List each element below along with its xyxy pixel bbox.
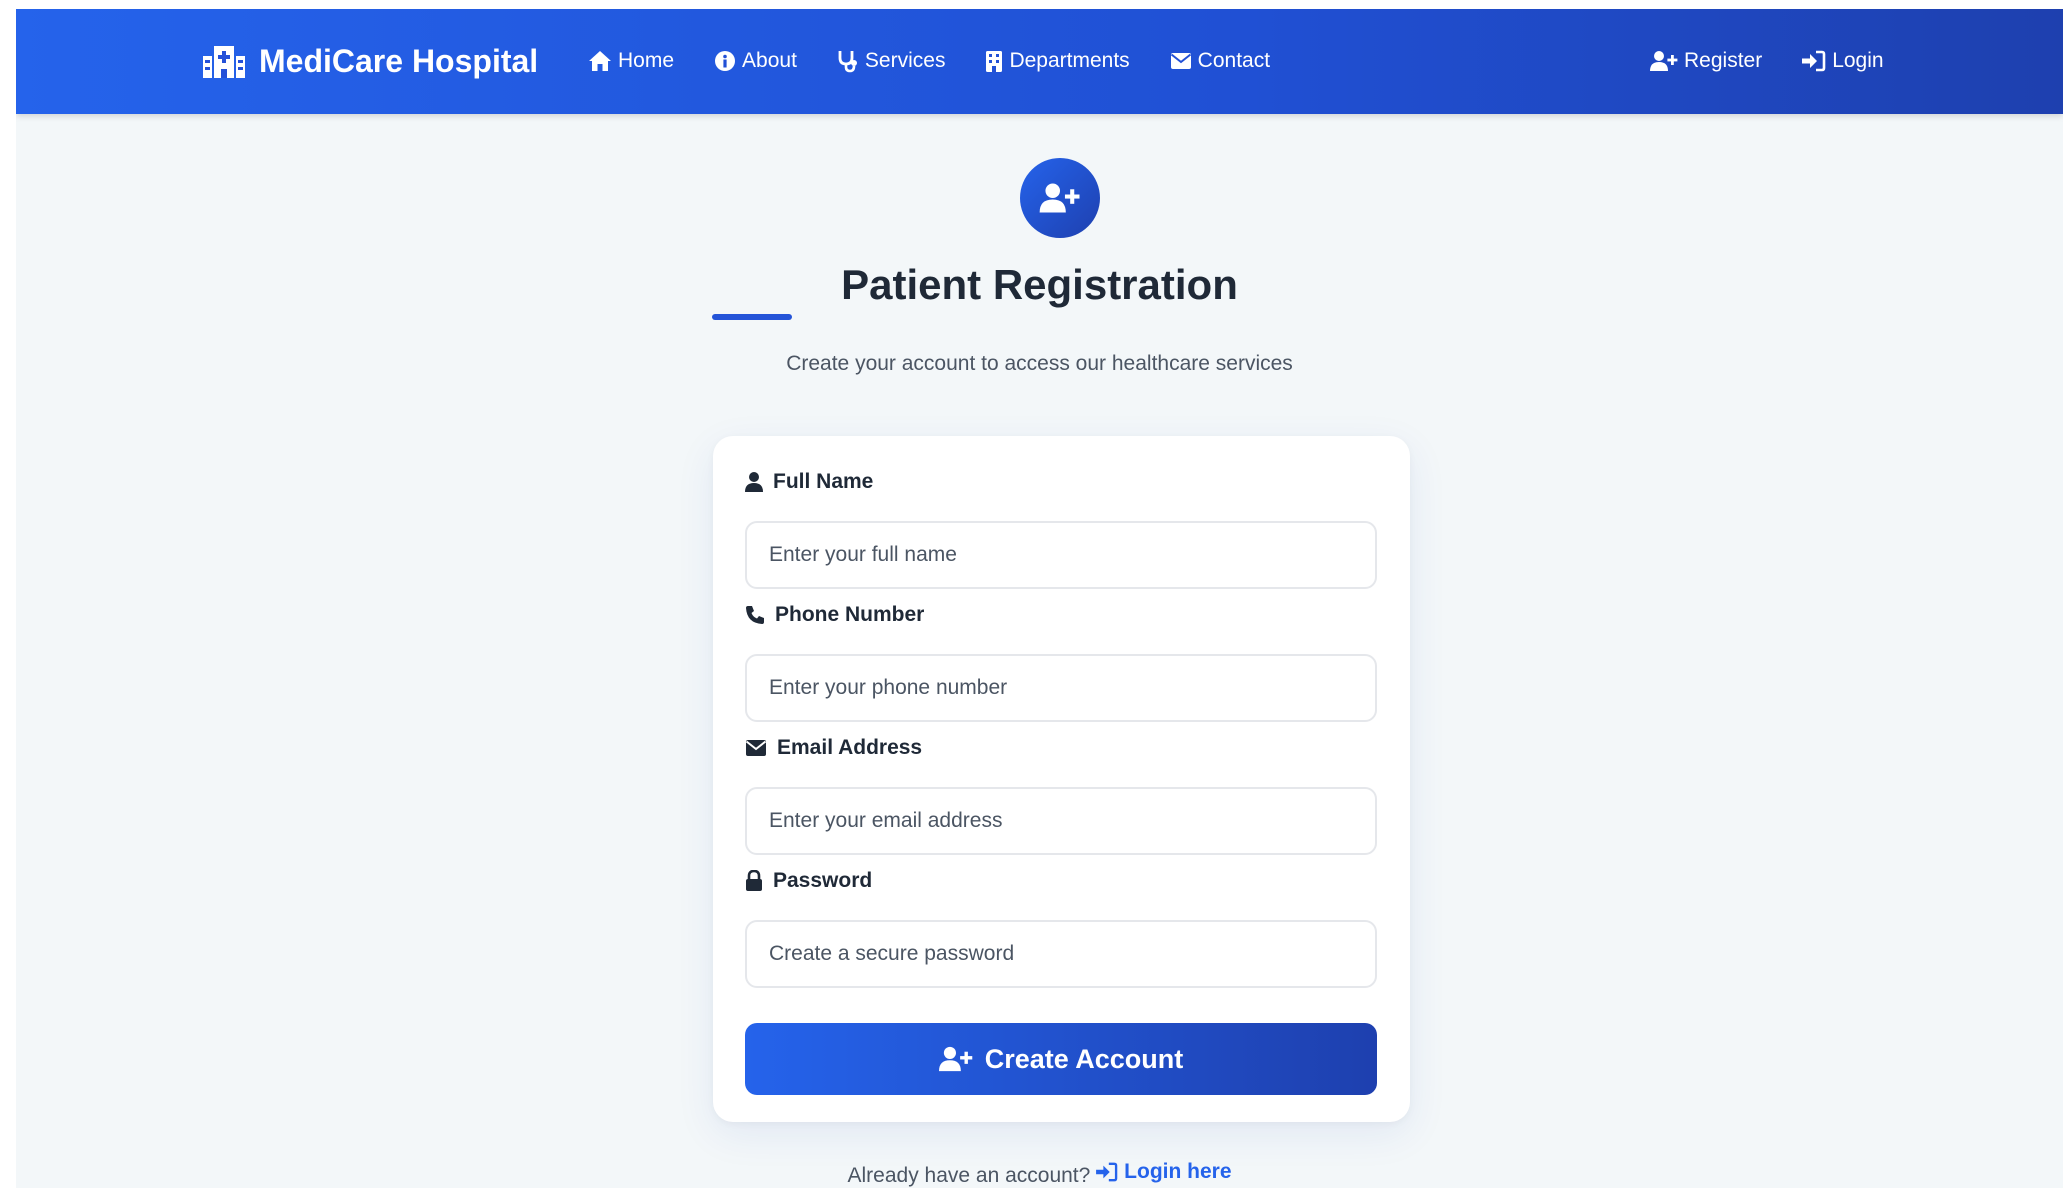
full-name-label-text: Full Name (773, 470, 874, 493)
nav-services[interactable]: Services (837, 49, 946, 73)
email-label-text: Email Address (777, 736, 923, 759)
envelope-icon (1170, 52, 1192, 70)
nav-auth-links: Register Login (1650, 39, 1884, 83)
user-icon (745, 471, 763, 493)
nav-register-label: Register (1684, 49, 1763, 72)
nav-contact[interactable]: Contact (1170, 49, 1270, 73)
navbar: MediCare Hospital Home About Services De… (16, 9, 2063, 114)
nav-login[interactable]: Login (1802, 49, 1884, 73)
envelope-icon (745, 739, 767, 757)
password-label: Password (745, 869, 872, 893)
password-label-text: Password (773, 869, 873, 892)
phone-input[interactable] (745, 654, 1377, 722)
brand-name: MediCare Hospital (259, 42, 539, 79)
nav-services-label: Services (864, 49, 946, 72)
nav-departments[interactable]: Departments (985, 49, 1130, 73)
nav-departments-label: Departments (1009, 49, 1130, 72)
registration-badge (1020, 158, 1100, 238)
hospital-icon (203, 44, 245, 78)
building-icon (985, 50, 1003, 72)
phone-icon (745, 605, 765, 625)
password-input[interactable] (745, 920, 1377, 988)
user-plus-icon (938, 1045, 973, 1073)
stethoscope-icon (837, 49, 859, 73)
login-here-link[interactable]: Login here (1096, 1160, 1232, 1184)
nav-home-label: Home (618, 49, 675, 72)
brand[interactable]: MediCare Hospital (203, 39, 538, 83)
user-plus-icon (1039, 182, 1081, 214)
registration-form: Full Name Phone Number Email Address Pas… (713, 436, 1410, 1122)
phone-label-text: Phone Number (775, 603, 925, 626)
login-prompt: Already have an account? Login here (16, 1160, 2063, 1188)
nav-about-label: About (742, 49, 797, 72)
full-name-label: Full Name (745, 470, 873, 494)
home-icon (588, 50, 612, 72)
nav-about[interactable]: About (714, 49, 797, 73)
page: MediCare Hospital Home About Services De… (16, 9, 2063, 1188)
phone-label: Phone Number (745, 603, 924, 627)
email-input[interactable] (745, 787, 1377, 855)
email-label: Email Address (745, 736, 922, 760)
nav-register[interactable]: Register (1650, 49, 1762, 73)
create-account-label: Create Account (984, 1043, 1184, 1074)
nav-home[interactable]: Home (588, 49, 674, 73)
page-subtitle: Create your account to access our health… (786, 352, 1293, 375)
sign-in-icon (1096, 1162, 1118, 1182)
full-name-input[interactable] (745, 521, 1377, 589)
nav-contact-label: Contact (1197, 49, 1271, 72)
page-title: Patient Registration (841, 261, 1238, 308)
sign-in-icon (1802, 50, 1826, 72)
user-plus-icon (1650, 50, 1678, 72)
create-account-button[interactable]: Create Account (745, 1023, 1377, 1095)
nav-links: Home About Services Departments Contact (588, 39, 1310, 83)
nav-login-label: Login (1832, 49, 1884, 72)
login-here-label: Login here (1124, 1160, 1232, 1183)
info-icon (714, 50, 736, 72)
title-underline (712, 314, 792, 320)
login-prompt-text: Already have an account? (847, 1164, 1091, 1187)
lock-icon (745, 870, 763, 892)
